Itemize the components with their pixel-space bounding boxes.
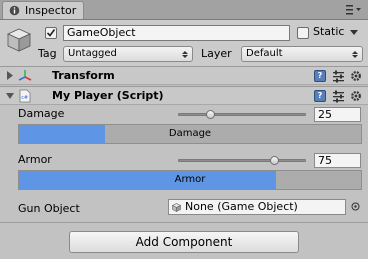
tab-label: Inspector <box>25 4 77 17</box>
checkmark-icon <box>46 29 56 37</box>
static-checkbox[interactable] <box>297 27 309 39</box>
static-label: Static <box>313 25 345 38</box>
csharp-script-icon: c# <box>19 89 31 103</box>
armor-value-input[interactable]: 75 <box>314 153 361 168</box>
damage-label: Damage <box>18 107 65 120</box>
damage-bar-label: Damage <box>168 128 212 139</box>
tag-label: Tag <box>38 47 57 60</box>
preset-sliders-icon[interactable] <box>332 70 345 83</box>
add-component-button[interactable]: Add Component <box>69 231 299 253</box>
layer-dropdown[interactable]: Default <box>241 46 363 62</box>
inspector-window: Inspector GameObject Static Tag Untagged <box>0 0 368 259</box>
armor-label: Armor <box>18 153 52 166</box>
gun-object-field[interactable]: None (Game Object) <box>168 199 346 215</box>
divider <box>0 222 368 223</box>
component-title: Transform <box>52 69 115 82</box>
armor-slider-thumb[interactable] <box>269 156 279 165</box>
gear-icon[interactable] <box>349 89 363 103</box>
layer-label: Layer <box>201 47 232 60</box>
object-picker-icon[interactable] <box>351 202 360 211</box>
armor-progress-bar: Armor <box>18 170 362 190</box>
layer-value: Default <box>246 48 283 59</box>
gameobject-header: GameObject Static Tag Untagged Layer Def… <box>0 20 368 67</box>
tag-dropdown[interactable]: Untagged <box>63 46 193 62</box>
window-menu-icon[interactable] <box>346 4 362 16</box>
component-myplayer-header[interactable]: c# My Player (Script) ? <box>0 86 368 105</box>
dropdown-arrows-icon <box>352 51 358 58</box>
gun-object-label: Gun Object <box>18 202 80 215</box>
help-icon[interactable]: ? <box>314 70 326 82</box>
damage-slider-thumb[interactable] <box>205 110 215 119</box>
fold-collapsed-icon[interactable] <box>6 71 14 80</box>
tab-bar: Inspector <box>0 0 368 20</box>
dropdown-arrows-icon <box>182 51 188 58</box>
fold-expanded-icon[interactable] <box>6 91 14 100</box>
svg-text:c#: c# <box>21 95 28 101</box>
armor-slider-track[interactable] <box>178 159 306 162</box>
preset-sliders-icon[interactable] <box>332 90 345 103</box>
cube-icon <box>7 28 31 52</box>
static-dropdown-icon[interactable] <box>350 30 358 35</box>
gear-icon[interactable] <box>349 69 363 83</box>
tab-inspector[interactable]: Inspector <box>2 1 84 19</box>
damage-slider-track[interactable] <box>178 113 306 116</box>
damage-value-input[interactable]: 25 <box>314 107 361 122</box>
component-title: My Player (Script) <box>52 89 164 102</box>
tag-value: Untagged <box>68 48 117 59</box>
info-icon <box>9 5 20 16</box>
active-checkbox[interactable] <box>45 27 57 39</box>
gameobject-small-icon <box>172 203 181 212</box>
armor-bar-label: Armor <box>174 174 206 185</box>
transform-axes-icon <box>18 70 32 81</box>
object-name-input[interactable]: GameObject <box>63 25 290 41</box>
gun-object-value: None (Game Object) <box>185 200 298 213</box>
component-transform-header[interactable]: Transform ? <box>0 66 368 85</box>
help-icon[interactable]: ? <box>314 90 326 102</box>
damage-progress-bar: Damage <box>18 124 362 144</box>
